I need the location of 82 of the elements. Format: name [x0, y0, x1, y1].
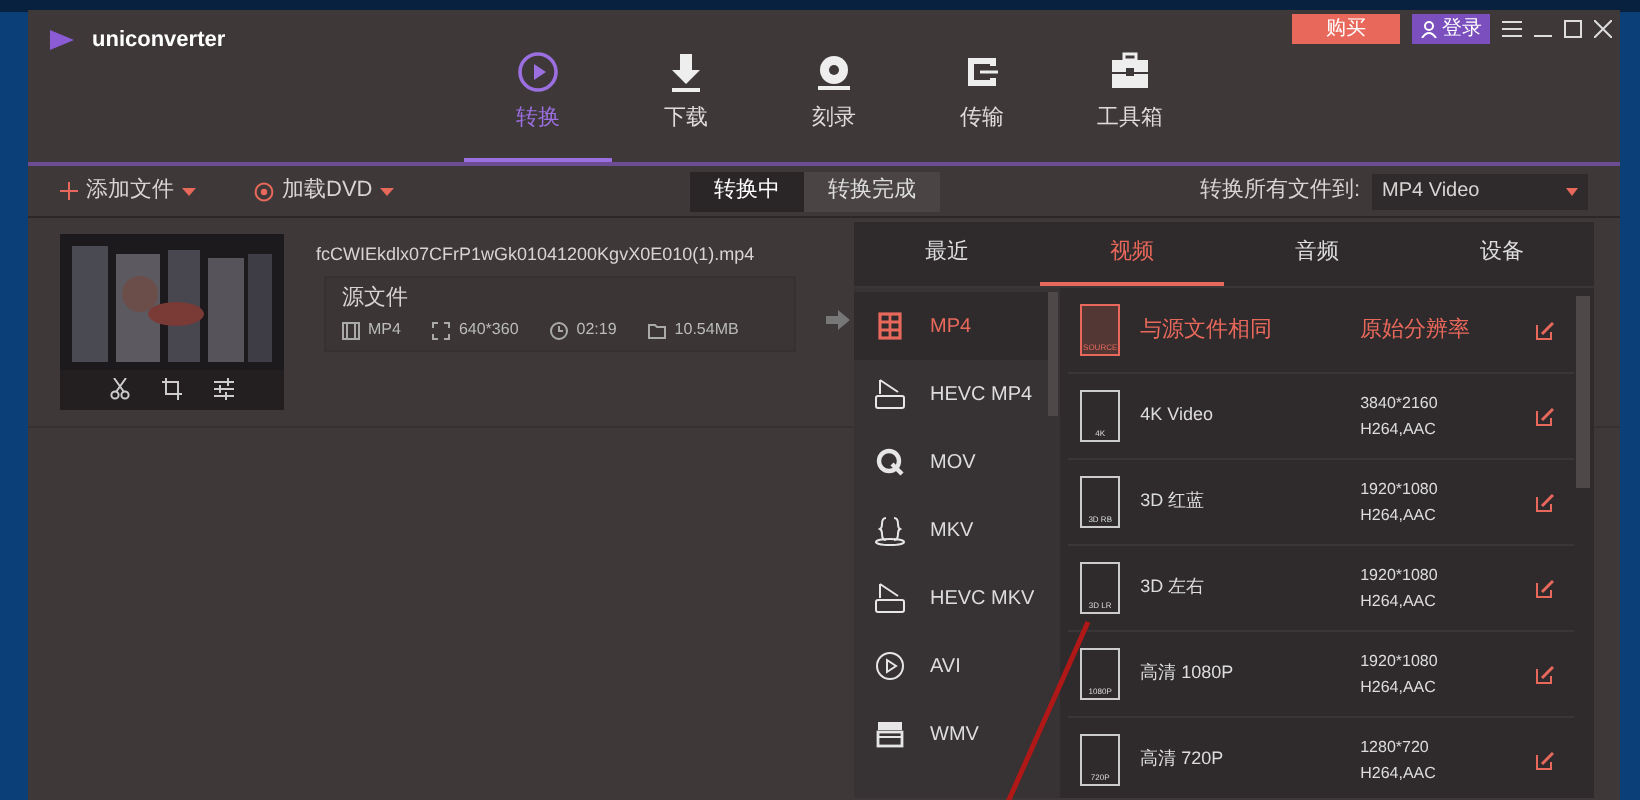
duration-text: 02:19 [576, 318, 617, 342]
caret-icon [1566, 187, 1578, 195]
format-item[interactable]: HEVC MKV [854, 564, 1049, 632]
format-text: MP4 [368, 318, 401, 342]
format-item[interactable]: MKV [854, 496, 1049, 564]
maximize-icon[interactable] [1564, 20, 1582, 38]
login-button[interactable]: 登录 [1412, 14, 1490, 44]
scissors-icon[interactable] [110, 378, 130, 400]
format-item[interactable]: MP4 [854, 292, 1049, 360]
preset-name: 与源文件相同 [1140, 315, 1275, 346]
arrow-icon [826, 310, 850, 330]
menu-icon[interactable] [1502, 20, 1522, 38]
edit-icon[interactable] [1536, 579, 1555, 597]
format-category-tab[interactable]: 视频 [1039, 222, 1224, 286]
edit-icon[interactable] [1536, 407, 1555, 425]
preset-name: 高清 720P [1140, 746, 1226, 773]
plus-icon [60, 182, 78, 200]
format-item[interactable]: MOV [854, 428, 1049, 496]
preset-codec: H264,AAC [1360, 762, 1438, 786]
format-category-tab[interactable]: 最近 [854, 222, 1039, 286]
resolution-text: 640*360 [458, 318, 519, 342]
format-item[interactable]: WMV [854, 700, 1049, 768]
disc-icon [812, 50, 856, 94]
format-category-tab[interactable]: 音频 [1224, 222, 1409, 286]
app-name: uniconverter [92, 26, 226, 56]
folder-icon [648, 321, 667, 339]
disc-icon [254, 181, 274, 201]
clock-icon [550, 321, 569, 339]
preset-name: 高清 1080P [1140, 660, 1236, 687]
status-tab[interactable]: 转换完成 [804, 171, 941, 211]
bracket-icon [874, 514, 906, 546]
play-circle-icon [874, 650, 906, 682]
preset-resolution: 3840*2160 [1360, 392, 1440, 416]
scrollbar-thumb[interactable] [1576, 296, 1591, 488]
toolbox-icon [1108, 50, 1152, 94]
play-badge-icon [874, 378, 906, 410]
nav-tab[interactable]: 刻录 [760, 50, 908, 162]
close-icon[interactable] [1594, 20, 1612, 38]
file-name: fcCWIEkdlx07CFrP1wGk01041200KgvX0E010(1).mp4 [316, 242, 755, 268]
edit-icon[interactable] [1536, 493, 1555, 511]
nav-tab[interactable]: 传输 [908, 50, 1056, 162]
output-format-dropdown[interactable]: MP4 Video [1372, 173, 1588, 209]
nav-tab[interactable]: 下载 [612, 50, 760, 162]
preset-name: 4K Video [1140, 402, 1215, 429]
preset-resolution: 1920*1080 [1360, 478, 1440, 502]
edit-icon[interactable] [1536, 321, 1555, 339]
edit-icon[interactable] [1536, 751, 1555, 769]
play-circle-icon [516, 50, 560, 94]
preset-codec: H264,AAC [1360, 504, 1438, 528]
edit-icon[interactable] [1536, 665, 1555, 683]
preset-codec: H264,AAC [1360, 590, 1438, 614]
preset-resolution: 1280*720 [1360, 736, 1431, 760]
preset-name: 3D 左右 [1140, 574, 1207, 601]
caret-icon [380, 187, 395, 195]
convert-all-label: 转换所有文件到: [1199, 175, 1360, 207]
scrollbar-thumb[interactable] [1048, 292, 1059, 416]
clapper-icon [874, 718, 906, 750]
play-badge-icon [874, 582, 906, 614]
logo-icon [48, 28, 76, 53]
crop-icon[interactable] [162, 378, 182, 400]
sliders-icon[interactable] [214, 378, 234, 400]
source-label: 源文件 [342, 284, 410, 312]
nav-tab[interactable]: 工具箱 [1056, 50, 1204, 162]
resize-icon [432, 321, 451, 339]
preset-name: 3D 红蓝 [1140, 488, 1207, 515]
film-icon [342, 321, 360, 339]
format-item[interactable]: HEVC MP4 [854, 360, 1049, 428]
preset-resolution: 1920*1080 [1360, 564, 1440, 588]
caret-icon [182, 187, 196, 195]
load-dvd-button[interactable]: 加载DVD [254, 174, 395, 208]
user-icon [1420, 20, 1438, 38]
status-tab[interactable]: 转换中 [690, 171, 805, 211]
size-text: 10.54MB [674, 318, 739, 342]
q-icon [874, 446, 906, 478]
preset-resolution: 原始分辨率 [1360, 317, 1473, 343]
preset-resolution: 1920*1080 [1360, 650, 1440, 674]
add-file-button[interactable]: 添加文件 [60, 174, 256, 208]
preset-codec: H264,AAC [1360, 418, 1438, 442]
format-item[interactable]: AVI [854, 632, 1049, 700]
preset-codec: H264,AAC [1360, 676, 1438, 700]
format-category-tab[interactable]: 设备 [1409, 222, 1594, 286]
film-icon [874, 310, 906, 342]
